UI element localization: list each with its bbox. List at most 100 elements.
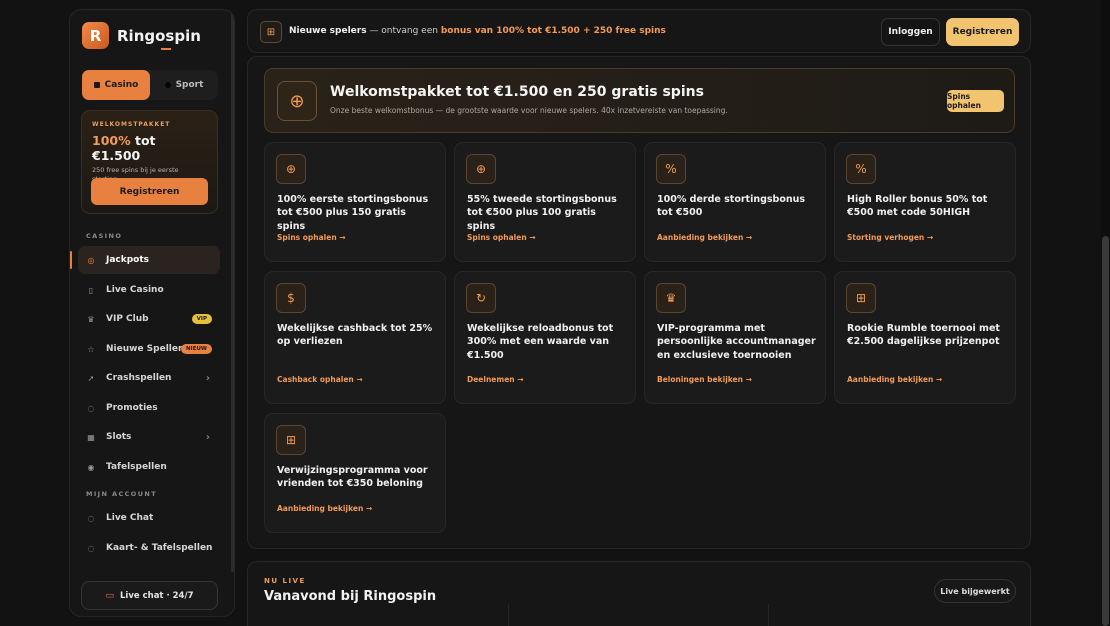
promo-card-title: 100% eerste stortingsbonus tot €500 plus…	[277, 194, 429, 232]
sidebar-item-slots[interactable]: ▦ Slots ›	[78, 423, 220, 451]
rocket-icon: ➚	[87, 373, 95, 383]
sidebar-scrollbar[interactable]	[231, 12, 234, 572]
slots-icon: ▦	[87, 432, 95, 442]
casino-sport-switch: Casino Sport	[82, 70, 218, 100]
crown-icon: ♛	[87, 314, 95, 324]
gift-icon: ⊞	[846, 283, 876, 313]
promo-card-link[interactable]: Cashback ophalen →	[277, 375, 363, 384]
hero-spins-button[interactable]: Spins ophalen	[947, 90, 1004, 112]
section-label-casino: CASINO	[86, 232, 123, 240]
section-label-account: MIJN ACCOUNT	[86, 490, 158, 498]
promo-amount: 100% tot €1.500	[92, 133, 207, 163]
announce-mid: — ontvang een	[366, 26, 441, 36]
promo-card[interactable]: ↻ Wekelijkse reloadbonus tot 300% met ee…	[454, 271, 636, 404]
roulette-icon: ⊕	[276, 154, 306, 184]
chat-icon: ◌	[87, 513, 95, 523]
chevron-right-icon: ›	[205, 431, 210, 443]
divider	[768, 604, 769, 626]
roulette-icon: ⊕	[277, 81, 317, 121]
promo-card[interactable]: % High Roller bonus 50% tot €500 met cod…	[834, 142, 1016, 262]
gift-icon: ⊞	[276, 425, 306, 455]
announce-strong: Nieuwe spelers	[289, 26, 367, 36]
promo-card-link[interactable]: Aanbieding bekijken →	[847, 375, 942, 384]
promo-amount-pct: 100%	[92, 133, 131, 148]
hero-subtitle: Onze beste welkomstbonus — de grootste w…	[330, 106, 728, 115]
promo-card-link[interactable]: Aanbieding bekijken →	[657, 233, 752, 242]
sidebar-item-promoties[interactable]: ◌ Promoties	[78, 394, 220, 422]
segment-casino-label: Casino	[104, 80, 139, 90]
promo-card[interactable]: ♛ VIP-programma met persoonlijke account…	[644, 271, 826, 404]
announce-highlight: bonus van 100% tot €1.500 + 250 free spi…	[440, 26, 666, 36]
roulette-icon: ⊕	[466, 154, 496, 184]
promo-card-title: 55% tweede stortingsbonus tot €500 plus …	[467, 194, 617, 232]
page-scrollbar-thumb[interactable]	[1102, 236, 1109, 626]
welcome-hero: ⊕ Welkomstpakket tot €1.500 en 250 grati…	[264, 68, 1015, 133]
sidebar-item-label: Promoties	[106, 403, 158, 413]
brand-logo: R	[82, 22, 109, 49]
sidebar-item-label: Tafelspellen	[106, 462, 167, 472]
promo-card-link[interactable]: Deelnemen →	[467, 375, 524, 384]
live-kicker: NU LIVE	[264, 577, 306, 585]
sidebar-item-live-casino[interactable]: ▯ Live Casino	[78, 276, 220, 304]
sidebar: R Ringospin Casino Sport WELKOMSTPAKKET …	[69, 9, 235, 617]
promo-card-link[interactable]: Storting verhogen →	[847, 233, 933, 242]
promo-card-title: VIP-programma met persoonlijke accountma…	[657, 323, 816, 361]
promo-card[interactable]: $ Wekelijkse cashback tot 25% op verliez…	[264, 271, 446, 404]
crown-icon: ♛	[656, 283, 686, 313]
sidebar-item-tafelspellen[interactable]: ◉ Tafelspellen	[78, 453, 220, 481]
reload-icon: ↻	[466, 283, 496, 313]
login-button[interactable]: Inloggen	[881, 18, 940, 46]
new-badge: NIEUW	[181, 344, 212, 354]
sidebar-item-live-chat[interactable]: ◌ Live Chat	[78, 504, 220, 532]
sidebar-item-jackpots[interactable]: ◎ Jackpots	[70, 246, 220, 274]
sidebar-item-label: Live Chat	[106, 513, 154, 523]
promo-card[interactable]: ⊞ Rookie Rumble toernooi met €2.500 dage…	[834, 271, 1016, 404]
chat-bubble-icon: ▭	[105, 590, 115, 601]
promo-card-title: High Roller bonus 50% tot €500 met code …	[847, 194, 988, 219]
percent-icon: %	[656, 154, 686, 184]
promo-card-title: Wekelijkse reloadbonus tot 300% met een …	[467, 323, 614, 361]
sidebar-item-label: Nieuwe Spellen	[106, 344, 185, 354]
tag-icon: ◌	[87, 403, 95, 413]
vip-badge: VIP	[191, 314, 212, 324]
live-panel: NU LIVE Vanavond bij Ringospin Live bijg…	[247, 561, 1031, 626]
top-bar: ⊞ Nieuwe spelers — ontvang een bonus van…	[247, 9, 1031, 53]
brand-name: Ringospin	[117, 26, 201, 50]
coins-icon: ◎	[87, 255, 95, 265]
register-button[interactable]: Registreren	[946, 18, 1019, 46]
live-title: Vanavond bij Ringospin	[264, 589, 437, 604]
casino-icon	[93, 82, 100, 88]
sidebar-item-label: Live Casino	[106, 285, 164, 295]
promo-register-button[interactable]: Registreren	[91, 178, 208, 205]
chevron-right-icon: ›	[205, 372, 210, 384]
live-updated-pill[interactable]: Live bijgewerkt	[934, 579, 1016, 603]
promo-card-link[interactable]: Spins ophalen →	[467, 233, 536, 242]
promo-card-link[interactable]: Aanbieding bekijken →	[277, 504, 372, 513]
sidebar-item-vip-club[interactable]: ♛ VIP Club VIP	[78, 305, 220, 333]
live-chat-button[interactable]: ▭ Live chat · 24/7	[81, 581, 218, 610]
promo-card-link[interactable]: Spins ophalen →	[277, 233, 346, 242]
chip-icon: ◌	[87, 543, 95, 553]
segment-sport[interactable]: Sport	[150, 70, 218, 100]
promo-card[interactable]: ⊞ Verwijzingsprogramma voor vrienden tot…	[264, 413, 446, 533]
divider	[508, 604, 509, 626]
sidebar-item-nieuwe-spellen[interactable]: ☆ Nieuwe Spellen NIEUW	[78, 335, 220, 363]
brand[interactable]: R Ringospin	[82, 22, 201, 50]
promo-card-title: Rookie Rumble toernooi met €2.500 dageli…	[847, 323, 1000, 348]
sidebar-item-crashspellen[interactable]: ➚ Crashspellen ›	[78, 364, 220, 392]
promo-card-link[interactable]: Beloningen bekijken →	[657, 375, 752, 384]
promo-card[interactable]: ⊕ 100% eerste stortingsbonus tot €500 pl…	[264, 142, 446, 262]
announcement: Nieuwe spelers — ontvang een bonus van 1…	[289, 26, 666, 36]
sidebar-item-label: Crashspellen	[106, 373, 172, 383]
promo-card-title: Verwijzingsprogramma voor vrienden tot €…	[277, 465, 428, 490]
sidebar-item-label: Kaart- & Tafelspellen	[106, 543, 213, 553]
segment-casino[interactable]: Casino	[82, 70, 150, 100]
star-icon: ☆	[87, 344, 95, 354]
sidebar-item-kaart-tafelspellen[interactable]: ◌ Kaart- & Tafelspellen	[78, 534, 220, 562]
dollar-icon: $	[276, 283, 306, 313]
promo-card[interactable]: % 100% derde stortingsbonus tot €500 Aan…	[644, 142, 826, 262]
promo-kicker: WELKOMSTPAKKET	[92, 121, 171, 128]
gift-icon: ⊞	[260, 21, 282, 43]
percent-icon: %	[846, 154, 876, 184]
promo-card[interactable]: ⊕ 55% tweede stortingsbonus tot €500 plu…	[454, 142, 636, 262]
